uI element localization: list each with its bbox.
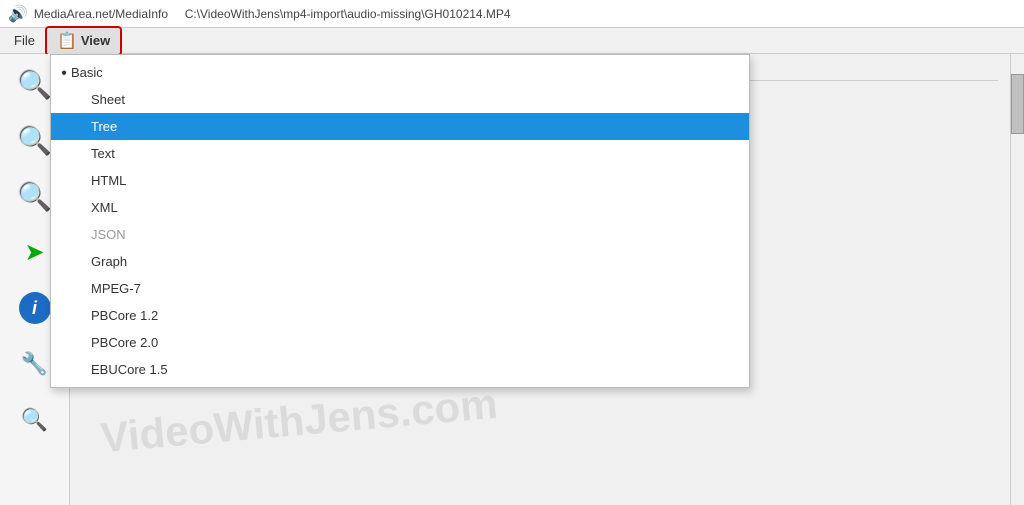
dropdown-label-pbcore20: PBCore 2.0	[91, 335, 158, 350]
view-dropdown-menu: ● Basic Sheet Tree Text HTML XML JSON Gr…	[50, 54, 750, 388]
dropdown-label-text: Text	[91, 146, 115, 161]
dropdown-item-mpeg7[interactable]: MPEG-7	[51, 275, 749, 302]
dropdown-item-text[interactable]: Text	[51, 140, 749, 167]
dropdown-label-sheet: Sheet	[91, 92, 125, 107]
dropdown-label-tree: Tree	[91, 119, 117, 134]
dropdown-label-json: JSON	[91, 227, 126, 242]
dropdown-item-tree[interactable]: Tree	[51, 113, 749, 140]
view-menu-label: View	[81, 33, 110, 48]
title-file-path: C:\VideoWithJens\mp4-import\audio-missin…	[185, 7, 511, 21]
dropdown-item-graph[interactable]: Graph	[51, 248, 749, 275]
view-menu[interactable]: 📋 View	[45, 26, 122, 56]
export-icon: 🔍	[21, 407, 48, 433]
right-scrollbar[interactable]	[1010, 54, 1024, 505]
dropdown-item-pbcore20[interactable]: PBCore 2.0	[51, 329, 749, 356]
dropdown-label-ebucore15: EBUCore 1.5	[91, 362, 168, 377]
app-icon: 🔊	[8, 4, 28, 24]
dropdown-label-mpeg7: MPEG-7	[91, 281, 141, 296]
dropdown-item-html[interactable]: HTML	[51, 167, 749, 194]
menu-bar: File 📋 View ● Basic Sheet Tree Text HTML…	[0, 28, 1024, 54]
close-file-icon: 🔍	[17, 180, 52, 213]
view-menu-icon: 📋	[57, 31, 77, 51]
open-file-icon: 🔍	[17, 68, 52, 101]
arrow-right-icon: ➤	[24, 238, 44, 267]
dropdown-item-pbcore12[interactable]: PBCore 1.2	[51, 302, 749, 329]
dropdown-item-sheet[interactable]: Sheet	[51, 86, 749, 113]
dropdown-label-graph: Graph	[91, 254, 127, 269]
dropdown-item-json[interactable]: JSON	[51, 221, 749, 248]
dropdown-label-pbcore12: PBCore 1.2	[91, 308, 158, 323]
dropdown-label-html: HTML	[91, 173, 126, 188]
dropdown-label-xml: XML	[91, 200, 118, 215]
dropdown-item-basic[interactable]: ● Basic	[51, 59, 749, 86]
scrollbar-thumb[interactable]	[1011, 74, 1024, 134]
dropdown-item-xml[interactable]: XML	[51, 194, 749, 221]
key-icon: 🔧	[21, 351, 48, 377]
app-name: MediaArea.net/MediaInfo	[34, 7, 168, 21]
file-menu[interactable]: File	[4, 30, 45, 51]
folder-icon: 🔍	[17, 124, 52, 157]
toolbar-btn-export[interactable]: 🔍	[11, 396, 59, 444]
info-icon: i	[19, 292, 51, 324]
bullet-basic: ●	[61, 67, 67, 78]
dropdown-label-basic: Basic	[71, 65, 103, 80]
title-bar-text: MediaArea.net/MediaInfo C:\VideoWithJens…	[34, 7, 511, 21]
title-bar: 🔊 MediaArea.net/MediaInfo C:\VideoWithJe…	[0, 0, 1024, 28]
dropdown-item-ebucore15[interactable]: EBUCore 1.5	[51, 356, 749, 383]
